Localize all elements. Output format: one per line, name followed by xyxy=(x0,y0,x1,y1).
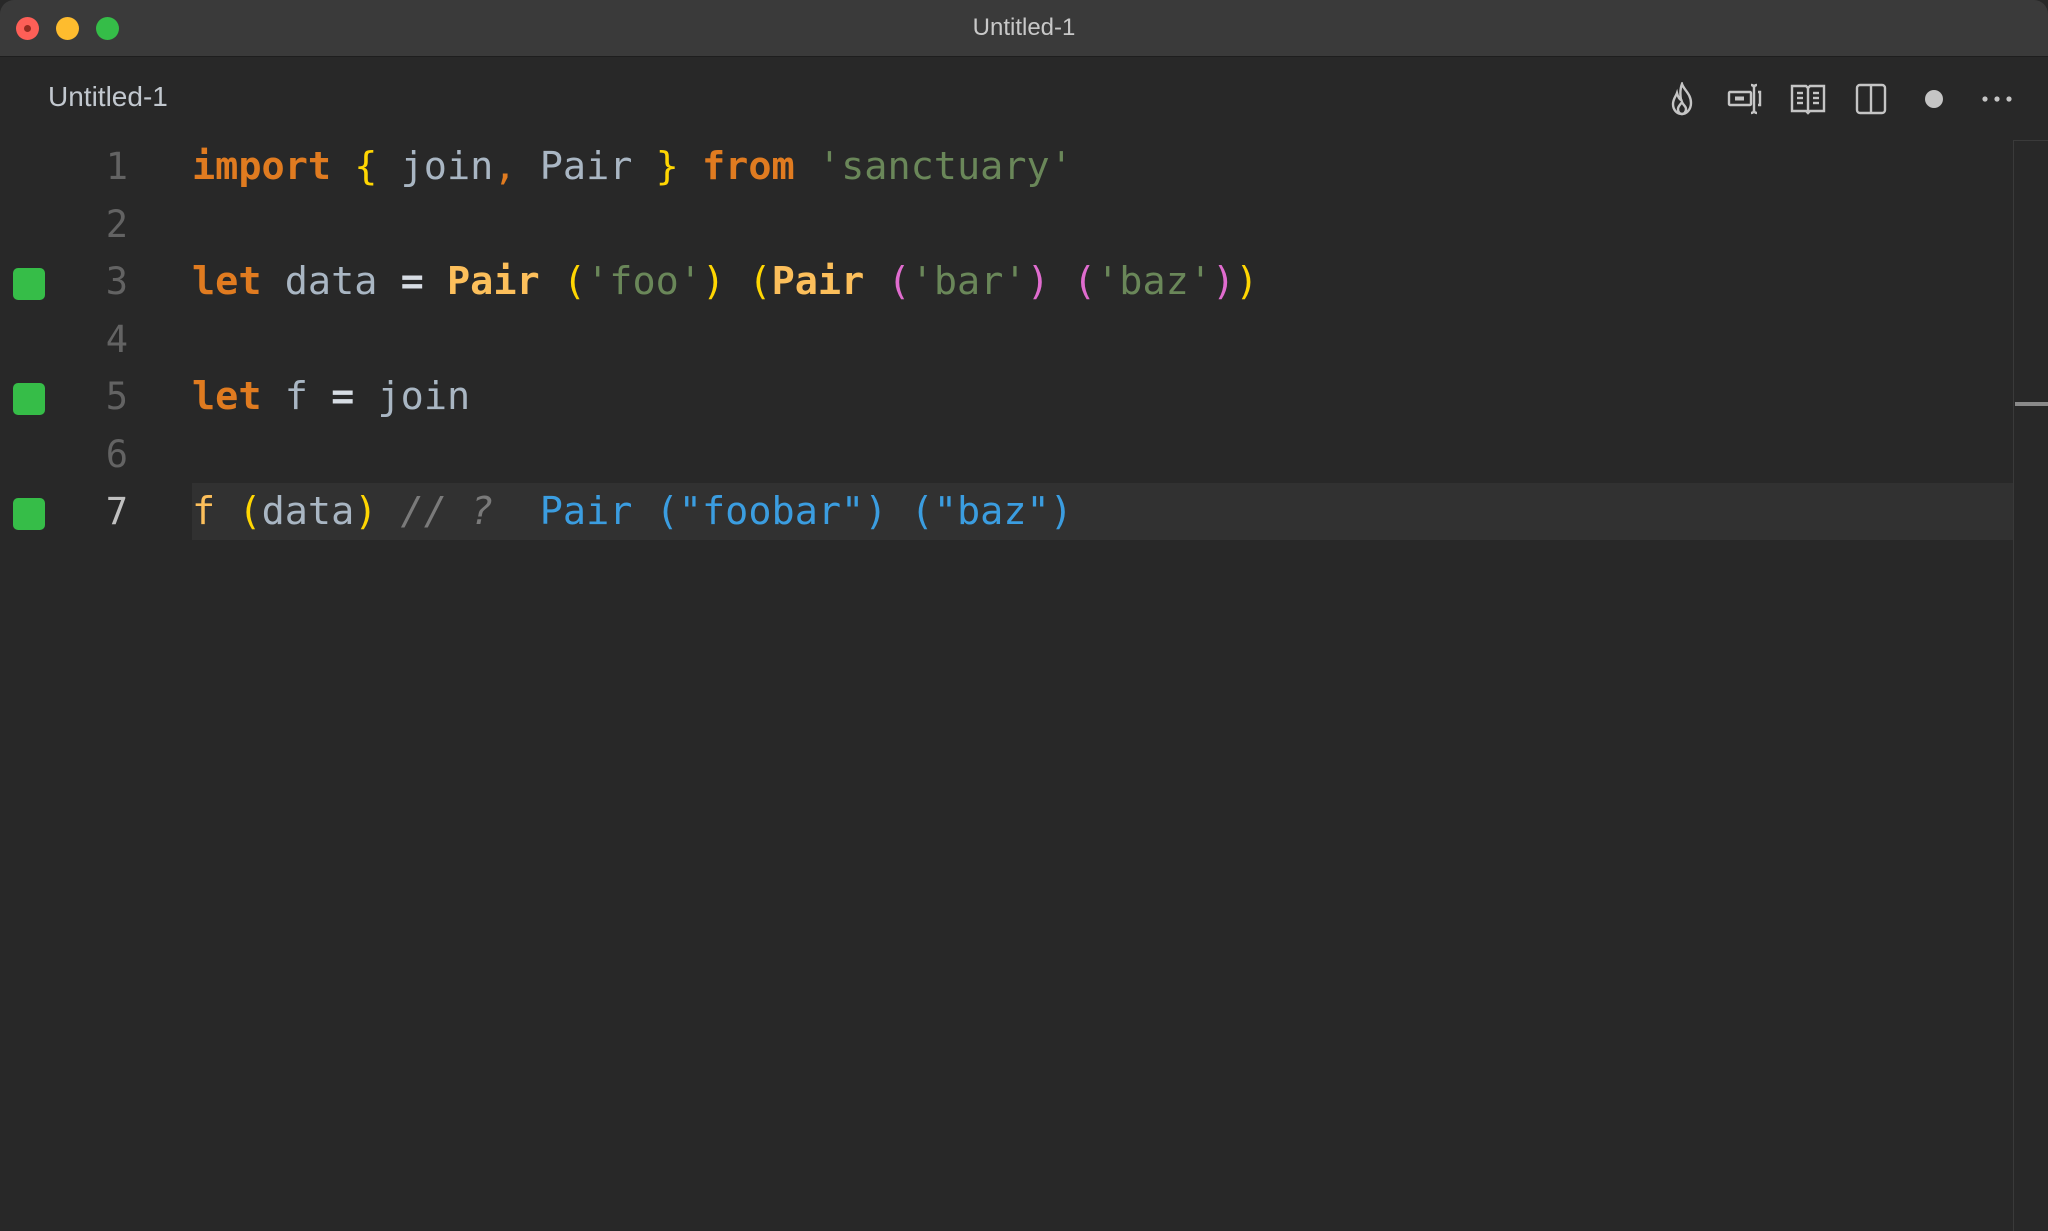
code-token: ( xyxy=(238,489,262,534)
code-token: ( xyxy=(748,259,772,304)
code-line[interactable]: 3 let data = Pair ('foo') (Pair ('bar') (… xyxy=(0,253,2014,310)
split-editor-button[interactable] xyxy=(1839,77,1902,121)
code-token: 'sanctuary' xyxy=(817,144,1073,189)
line-number: 7 xyxy=(105,490,128,533)
code-token: join xyxy=(377,144,494,189)
quokka-button[interactable] xyxy=(1650,77,1713,121)
code-token: ( xyxy=(562,259,587,304)
code-token: ) xyxy=(354,489,378,534)
code-token: f xyxy=(261,374,332,419)
code-token: data xyxy=(261,489,355,534)
code-token: import xyxy=(192,144,332,189)
line-number: 1 xyxy=(105,145,128,188)
more-actions-icon xyxy=(1981,96,2012,102)
code-token: from xyxy=(702,144,795,189)
line-number: 2 xyxy=(105,202,128,246)
code-token: Pair xyxy=(447,259,540,304)
window-title: Untitled-1 xyxy=(972,14,1076,41)
line-number: 5 xyxy=(105,375,128,418)
inspect-button[interactable] xyxy=(1713,77,1776,121)
code-token: Pair xyxy=(516,144,656,189)
overview-ruler[interactable] xyxy=(2013,140,2048,1231)
code-line[interactable]: 1 import { join, Pair } from 'sanctuary' xyxy=(0,138,2014,195)
code-line[interactable]: 2 xyxy=(0,196,2014,253)
code-token: 'baz' xyxy=(1096,259,1213,304)
more-actions-button[interactable] xyxy=(1965,77,2028,121)
open-preview-button[interactable] xyxy=(1776,77,1839,121)
code-token: { xyxy=(354,144,378,189)
code-token: ( xyxy=(1072,259,1097,304)
code-editor[interactable]: 1 import { join, Pair } from 'sanctuary' 2… xyxy=(0,141,2048,1230)
code-token: join xyxy=(354,374,471,419)
code-token: = xyxy=(400,259,424,304)
code-token: 'foo' xyxy=(586,259,702,304)
ruler-cursor-marker xyxy=(2015,402,2048,406)
code-token: } xyxy=(655,144,679,189)
coverage-marker xyxy=(13,383,45,415)
line-number: 6 xyxy=(105,432,128,476)
coverage-marker xyxy=(13,268,45,300)
title-bar: Untitled-1 xyxy=(0,0,2048,57)
coverage-marker xyxy=(13,498,45,530)
inline-result: Pair ("foobar") ("baz") xyxy=(539,489,1073,534)
editor-tab-bar: Untitled-1 xyxy=(0,57,2048,141)
code-line[interactable]: 4 xyxy=(0,311,2014,368)
code-token: ) xyxy=(702,259,726,304)
line-content[interactable] xyxy=(192,311,2014,368)
code-line[interactable]: 6 xyxy=(0,426,2014,483)
line-content[interactable]: f (data) // ? Pair ("foobar") ("baz") xyxy=(192,483,2014,540)
code-token: = xyxy=(331,374,355,419)
code-token: ) xyxy=(1212,259,1236,304)
line-number: 4 xyxy=(105,317,128,361)
split-editor-icon xyxy=(1855,83,1886,115)
value-inspect-icon xyxy=(1727,83,1761,115)
line-content[interactable]: let data = Pair ('foo') (Pair ('bar') ('… xyxy=(192,253,2014,310)
code-token: ( xyxy=(887,259,911,304)
line-content[interactable]: let f = join xyxy=(192,368,2014,425)
code-token: data xyxy=(261,259,401,304)
comment-token: // ? xyxy=(400,489,494,534)
line-number: 3 xyxy=(105,260,128,303)
line-content[interactable] xyxy=(192,426,2014,483)
code-token: ) xyxy=(1026,259,1050,304)
open-preview-icon xyxy=(1790,84,1825,115)
code-line[interactable]: 5 let f = join xyxy=(0,368,2014,425)
code-token: ) xyxy=(1235,259,1259,304)
code-token: let xyxy=(192,259,262,304)
code-token: f xyxy=(192,489,216,534)
tab-untitled-1[interactable]: Untitled-1 xyxy=(48,81,168,113)
code-token: 'bar' xyxy=(910,259,1027,304)
line-content[interactable]: import { join, Pair } from 'sanctuary' xyxy=(192,138,2014,195)
flame-icon xyxy=(1671,82,1692,116)
unsaved-dot-icon xyxy=(1924,90,1943,108)
editor-toolbar xyxy=(1650,77,2028,121)
code-token: Pair xyxy=(771,259,865,304)
code-token: let xyxy=(192,374,262,419)
line-content[interactable] xyxy=(192,196,2014,253)
code-token: , xyxy=(493,144,517,189)
unsaved-indicator[interactable] xyxy=(1902,77,1965,121)
code-line[interactable]: 7 f (data) // ? Pair ("foobar") ("baz") xyxy=(0,483,2014,540)
